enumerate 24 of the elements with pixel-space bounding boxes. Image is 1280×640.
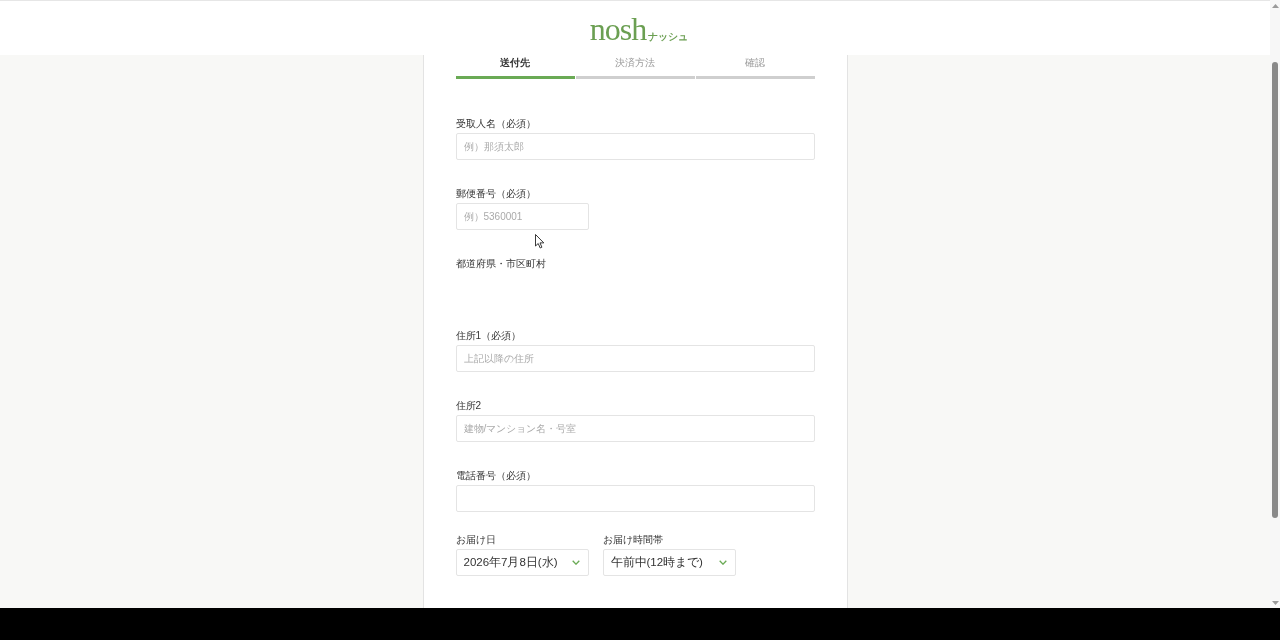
field-label: お届け日 <box>455 533 497 547</box>
checkout-progress-step: 送付先 <box>455 55 575 79</box>
field-label: 受取人名（必須） <box>455 117 537 131</box>
field-label: お届け時間帯 <box>602 533 664 547</box>
field-label: 郵便番号（必須） <box>455 187 537 201</box>
checkout-progress-step: 決済方法 <box>575 55 695 79</box>
chevron-down-icon <box>718 560 727 565</box>
select-field[interactable]: 2026年7月8日(水) <box>455 549 589 576</box>
scrollbar-thumb[interactable] <box>1272 62 1278 518</box>
scroll-down-arrow-icon[interactable] <box>1271 601 1279 605</box>
field-label: 都道府県・市区町村 <box>455 257 547 271</box>
text-field[interactable]: 例）5360001 <box>455 203 589 230</box>
field-label: 住所1（必須） <box>455 329 523 343</box>
field-label: 住所2 <box>455 399 483 413</box>
text-field[interactable]: 上記以降の住所 <box>455 345 815 372</box>
scroll-up-arrow-icon[interactable] <box>1271 4 1279 8</box>
text-field[interactable] <box>455 485 815 512</box>
checkout-progress-step: 確認 <box>695 55 815 79</box>
mouse-pointer-icon <box>535 234 545 249</box>
chevron-down-icon <box>571 560 580 565</box>
select-field[interactable]: 午前中(12時まで) <box>602 549 736 576</box>
text-field[interactable]: 例）那須太郎 <box>455 133 815 160</box>
field-label: 電話番号（必須） <box>455 469 537 483</box>
brand-logo-kana: ナッシュ <box>648 32 689 42</box>
